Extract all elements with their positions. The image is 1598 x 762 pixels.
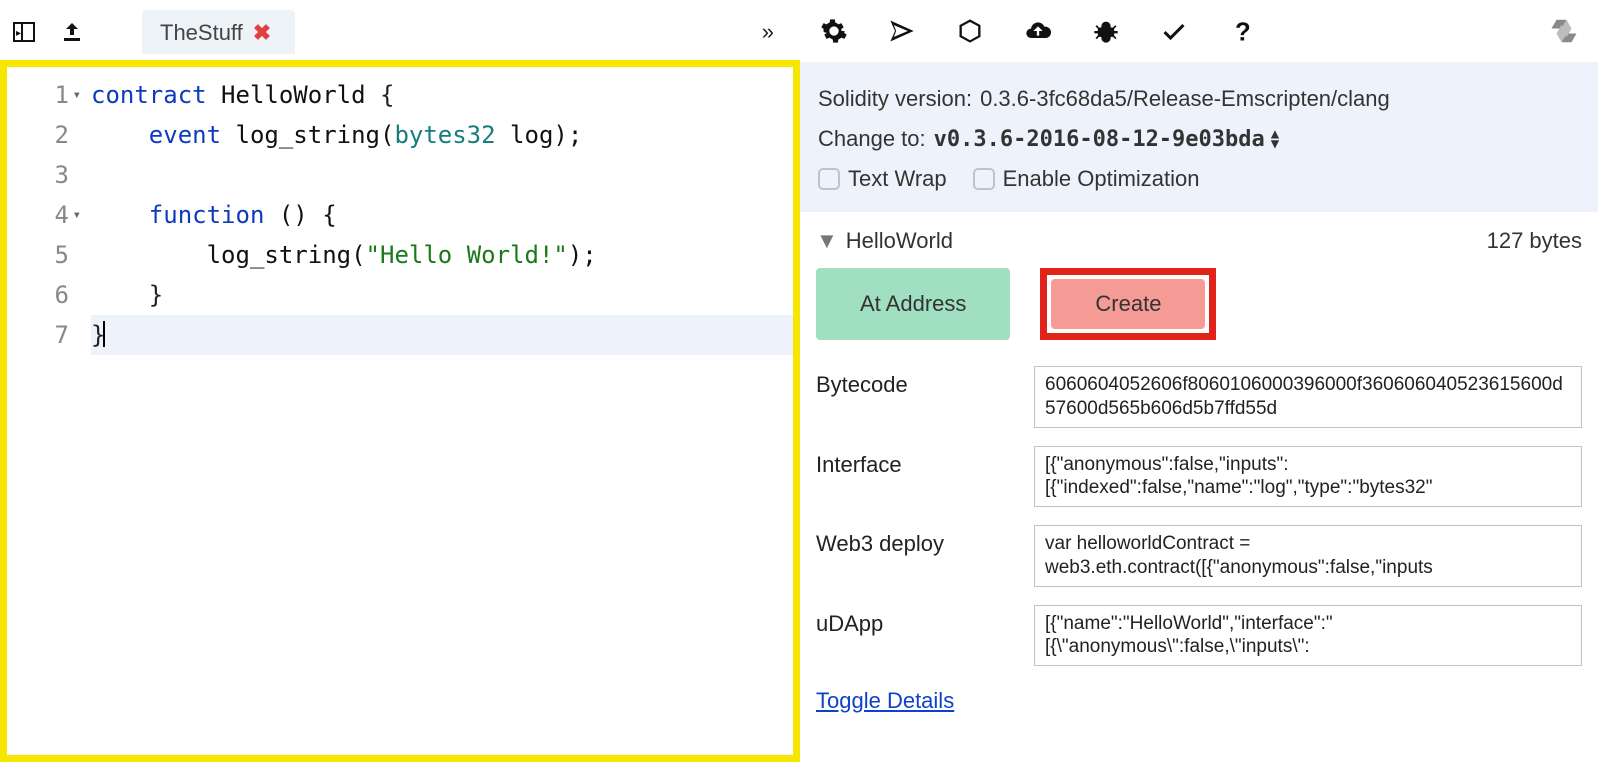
version-select[interactable]: v0.3.6-2016-08-12-9e03bda ▲▼ bbox=[934, 127, 1280, 152]
close-icon[interactable]: ✖ bbox=[253, 20, 271, 46]
help-icon[interactable]: ? bbox=[1222, 11, 1262, 51]
at-address-button[interactable]: At Address bbox=[816, 268, 1010, 340]
contract-panel: ▼ HelloWorld 127 bytes At Address Create… bbox=[800, 212, 1598, 714]
create-highlight: Create bbox=[1040, 268, 1216, 340]
collapse-caret-icon[interactable]: ▼ bbox=[816, 228, 838, 254]
contract-name: HelloWorld bbox=[846, 228, 1487, 254]
line-number: 1 bbox=[7, 75, 69, 115]
optimize-checkbox[interactable] bbox=[973, 168, 995, 190]
contract-size: 127 bytes bbox=[1487, 228, 1582, 254]
line-number: 5 bbox=[7, 235, 69, 275]
udapp-label: uDApp bbox=[816, 605, 1016, 637]
optimize-label: Enable Optimization bbox=[1003, 166, 1200, 192]
cube-icon[interactable] bbox=[950, 11, 990, 51]
web3-deploy-field[interactable] bbox=[1034, 525, 1582, 587]
solidity-version-value: 0.3.6-3fc68da5/Release-Emscripten/clang bbox=[980, 86, 1390, 112]
cloud-upload-icon[interactable] bbox=[1018, 11, 1058, 51]
interface-label: Interface bbox=[816, 446, 1016, 478]
change-to-label: Change to: bbox=[818, 126, 926, 152]
compiler-settings: Solidity version: 0.3.6-3fc68da5/Release… bbox=[800, 62, 1598, 212]
solidity-logo-icon bbox=[1544, 11, 1584, 51]
send-icon[interactable] bbox=[882, 11, 922, 51]
line-number: 7 bbox=[7, 315, 69, 355]
create-button[interactable]: Create bbox=[1051, 279, 1205, 329]
file-tab-label: TheStuff bbox=[160, 20, 243, 46]
tab-overflow-icon[interactable]: » bbox=[762, 19, 794, 45]
web3-deploy-label: Web3 deploy bbox=[816, 525, 1016, 557]
check-icon[interactable] bbox=[1154, 11, 1194, 51]
svg-text:?: ? bbox=[1235, 18, 1251, 45]
bytecode-field[interactable] bbox=[1034, 366, 1582, 428]
toggle-panel-icon[interactable]: ▸ bbox=[6, 14, 42, 50]
bytecode-label: Bytecode bbox=[816, 366, 1016, 398]
file-tab[interactable]: TheStuff ✖ bbox=[142, 10, 295, 54]
text-cursor bbox=[103, 321, 105, 347]
text-wrap-label: Text Wrap bbox=[848, 166, 947, 192]
bug-icon[interactable] bbox=[1086, 11, 1126, 51]
line-number: 2 bbox=[7, 115, 69, 155]
sort-icon: ▲▼ bbox=[1271, 129, 1279, 149]
left-topbar: ▸ TheStuff ✖ » bbox=[0, 0, 800, 60]
solidity-version-label: Solidity version: bbox=[818, 86, 972, 112]
right-toolbar: ? bbox=[800, 0, 1598, 62]
line-number: 3 bbox=[7, 155, 69, 195]
toggle-details-link[interactable]: Toggle Details bbox=[816, 688, 954, 714]
upload-icon[interactable] bbox=[54, 14, 90, 50]
gear-icon[interactable] bbox=[814, 11, 854, 51]
code-editor[interactable]: 1 2 3 4 5 6 7 contract HelloWorld { even… bbox=[0, 60, 800, 762]
svg-text:▸: ▸ bbox=[16, 28, 21, 39]
line-number: 4 bbox=[7, 195, 69, 235]
text-wrap-checkbox[interactable] bbox=[818, 168, 840, 190]
udapp-field[interactable] bbox=[1034, 605, 1582, 667]
interface-field[interactable] bbox=[1034, 446, 1582, 508]
line-number: 6 bbox=[7, 275, 69, 315]
line-gutter: 1 2 3 4 5 6 7 bbox=[7, 67, 79, 755]
version-select-value: v0.3.6-2016-08-12-9e03bda bbox=[934, 127, 1265, 152]
code-area[interactable]: contract HelloWorld { event log_string(b… bbox=[79, 67, 793, 755]
